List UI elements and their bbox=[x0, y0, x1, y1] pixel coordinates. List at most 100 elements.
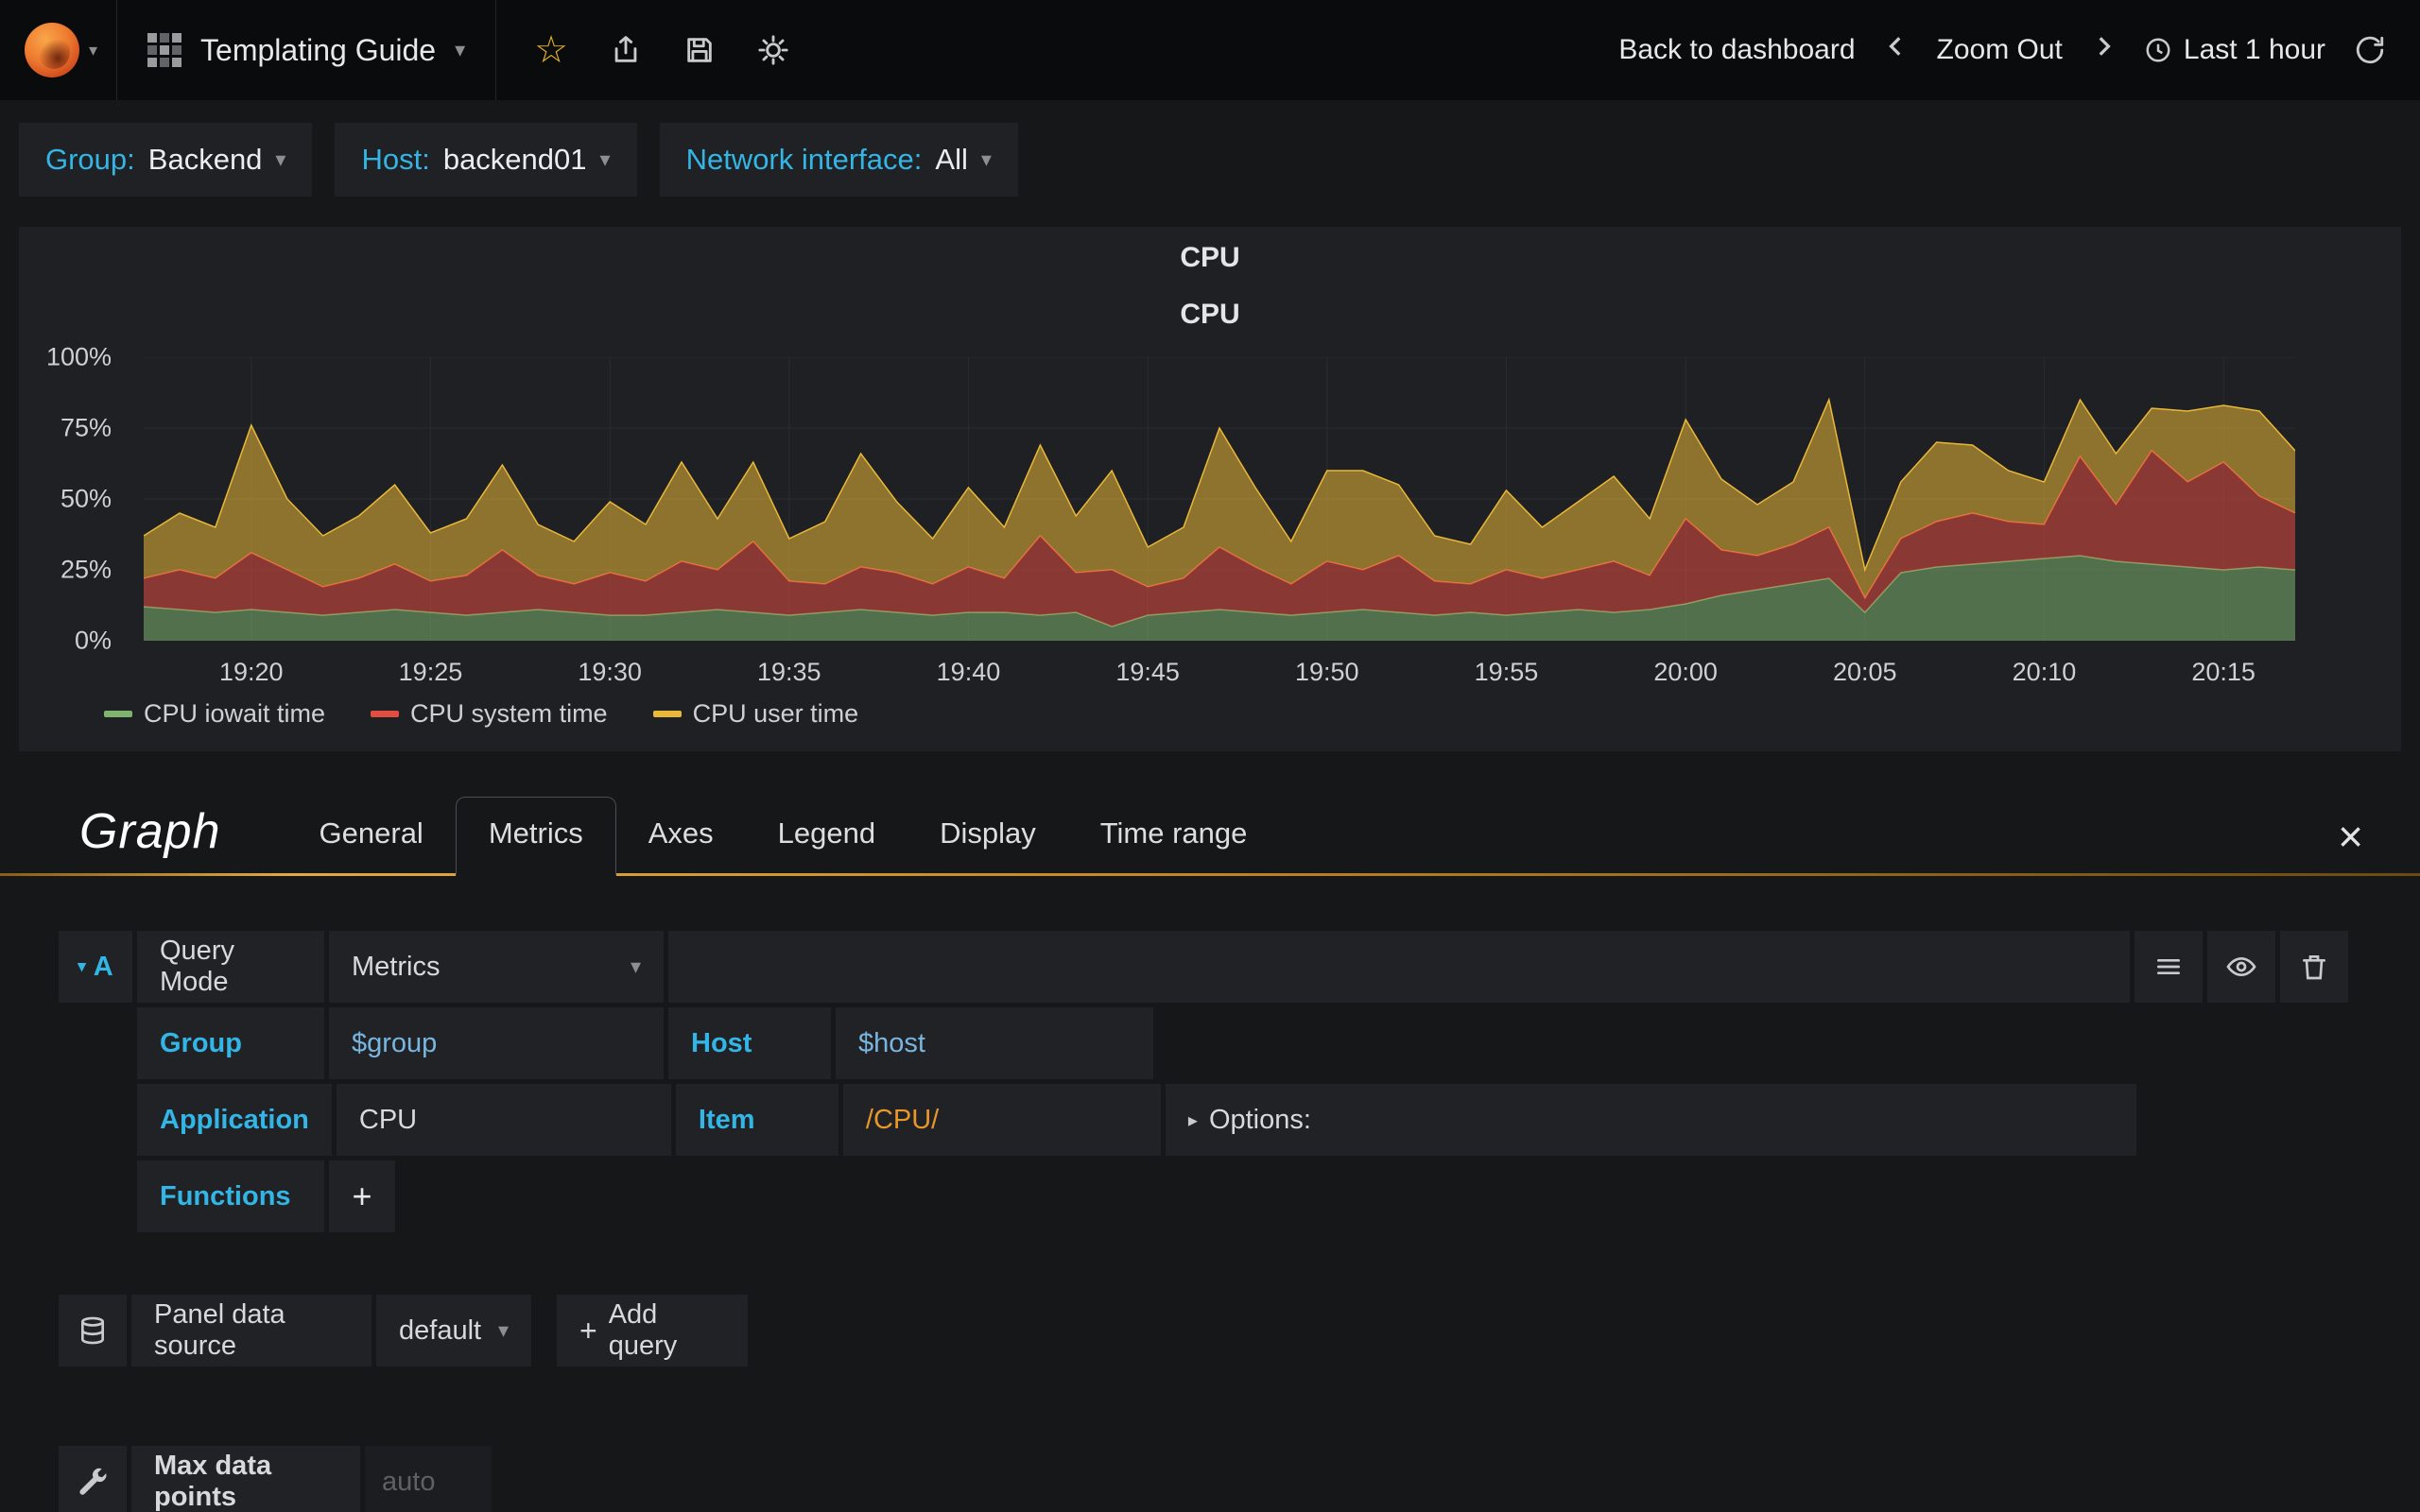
chevron-down-icon: ▾ bbox=[455, 38, 466, 61]
editor-header: Graph General Metrics Axes Legend Display Tim… bbox=[0, 751, 2420, 876]
legend-swatch-icon bbox=[371, 711, 400, 717]
panel-editor: Graph General Metrics Axes Legend Display Tim… bbox=[0, 751, 2420, 1512]
dashboard-settings-button[interactable] bbox=[757, 34, 789, 66]
plus-icon: + bbox=[352, 1177, 372, 1215]
legend-item[interactable]: CPU iowait time bbox=[104, 699, 325, 729]
query-visibility-button[interactable] bbox=[2207, 931, 2275, 1003]
tab-time-range[interactable]: Time range bbox=[1068, 798, 1280, 873]
star-icon: ☆ bbox=[534, 29, 568, 71]
tab-legend[interactable]: Legend bbox=[746, 798, 908, 873]
tab-display[interactable]: Display bbox=[908, 798, 1068, 873]
close-icon: × bbox=[2338, 812, 2363, 861]
options-label: Options: bbox=[1208, 1104, 1311, 1135]
metrics-query-editor: ▾ A Query Mode Metrics ▾ Group $group Ho… bbox=[0, 876, 2420, 1232]
legend-swatch-icon bbox=[652, 711, 682, 717]
stacked-area-chart bbox=[144, 357, 2295, 641]
graph-inner-title: CPU bbox=[1180, 299, 1240, 330]
legend-swatch-icon bbox=[104, 711, 132, 717]
zoom-out-button[interactable]: Zoom Out bbox=[1937, 34, 2063, 66]
panel-datasource-label: Panel data source bbox=[131, 1295, 372, 1366]
tab-general[interactable]: General bbox=[287, 798, 456, 873]
item-field-label: Item bbox=[675, 1084, 838, 1156]
eye-icon bbox=[2226, 956, 2256, 977]
variable-label: Host: bbox=[361, 143, 430, 176]
variable-netif-dropdown[interactable]: Network interface: All ▾ bbox=[659, 123, 1018, 197]
chevron-down-icon: ▾ bbox=[78, 957, 86, 975]
application-field-value[interactable]: CPU bbox=[336, 1084, 671, 1156]
query-mode-value: Metrics bbox=[352, 951, 441, 982]
menu-icon bbox=[2157, 959, 2180, 974]
dashboard-title: Templating Guide bbox=[200, 32, 437, 67]
host-field-value[interactable]: $host bbox=[836, 1007, 1153, 1079]
datasource-dropdown[interactable]: default ▾ bbox=[376, 1295, 531, 1366]
time-range-picker-button[interactable]: Last 1 hour bbox=[2144, 34, 2325, 66]
chevron-down-icon: ▾ bbox=[497, 1318, 509, 1342]
variable-value: Backend bbox=[147, 143, 263, 176]
trash-icon bbox=[2303, 955, 2325, 980]
item-field-value[interactable]: /CPU/ bbox=[842, 1084, 1161, 1156]
query-ref-letter: A bbox=[93, 951, 113, 982]
query-row-group-host: Group $group Host $host bbox=[59, 1007, 2348, 1079]
editor-tabs: General Metrics Axes Legend Display Time rang… bbox=[287, 797, 2324, 876]
navbar-actions: ☆ bbox=[496, 0, 827, 100]
cpu-graph-plot[interactable]: 0% 25% 50% 75% 100% bbox=[46, 343, 2295, 655]
dashboard-picker[interactable]: Templating Guide ▾ bbox=[117, 0, 497, 100]
group-field-label: Group bbox=[137, 1007, 324, 1079]
top-navbar: ▾ Templating Guide ▾ ☆ Back to dashboard… bbox=[0, 0, 2420, 100]
tab-metrics[interactable]: Metrics bbox=[455, 797, 616, 876]
add-query-button[interactable]: + Add query bbox=[557, 1295, 748, 1366]
panel-title[interactable]: CPU bbox=[19, 227, 2401, 280]
tools-icon-cell bbox=[59, 1446, 127, 1512]
application-field-label: Application bbox=[137, 1084, 332, 1156]
max-data-points-row: Max data points bbox=[59, 1446, 2348, 1512]
variable-host-dropdown[interactable]: Host: backend01 ▾ bbox=[335, 123, 637, 197]
host-field-label: Host bbox=[668, 1007, 831, 1079]
chevron-right-icon: ▸ bbox=[1187, 1109, 1198, 1131]
query-menu-button[interactable] bbox=[2135, 931, 2203, 1003]
star-dashboard-button[interactable]: ☆ bbox=[534, 31, 568, 69]
variable-group-dropdown[interactable]: Group: Backend ▾ bbox=[19, 123, 313, 197]
group-field-value[interactable]: $group bbox=[329, 1007, 664, 1079]
time-range-label: Last 1 hour bbox=[2183, 34, 2325, 65]
tab-axes[interactable]: Axes bbox=[616, 798, 746, 873]
datasource-icon-cell bbox=[59, 1295, 127, 1366]
variable-label: Group: bbox=[45, 143, 135, 176]
add-query-label: Add query bbox=[608, 1299, 678, 1361]
query-row-filler bbox=[668, 931, 2130, 1003]
close-editor-button[interactable]: × bbox=[2323, 815, 2378, 873]
grafana-logo-icon bbox=[25, 23, 79, 77]
legend-series-name: CPU system time bbox=[410, 699, 608, 728]
legend-series-name: CPU iowait time bbox=[144, 699, 326, 728]
query-delete-button[interactable] bbox=[2280, 931, 2348, 1003]
share-icon bbox=[614, 36, 637, 62]
grafana-main-menu[interactable]: ▾ bbox=[0, 0, 118, 100]
chevron-left-icon bbox=[1888, 37, 1900, 56]
chart-legend: CPU iowait time CPU system time CPU user t… bbox=[104, 699, 2401, 746]
wrench-icon bbox=[79, 1468, 107, 1495]
max-data-points-input[interactable] bbox=[382, 1466, 475, 1498]
x-axis-labels: 19:20 19:25 19:30 19:35 19:40 19:45 19:50 19:55… bbox=[219, 658, 2256, 686]
query-mode-dropdown[interactable]: Metrics ▾ bbox=[329, 931, 664, 1003]
cpu-panel: CPU CPU 0% 25% 50% 75% 100% 19:20 19:25 19:30 1… bbox=[19, 227, 2401, 751]
time-shift-forward-button[interactable] bbox=[2091, 34, 2116, 66]
datasource-row: Panel data source default ▾ + Add query bbox=[59, 1295, 2348, 1366]
refresh-button[interactable] bbox=[2354, 34, 2386, 66]
share-dashboard-button[interactable] bbox=[610, 34, 642, 66]
options-toggle[interactable]: ▸ Options: bbox=[1165, 1084, 2136, 1156]
chevron-down-icon: ▾ bbox=[89, 41, 98, 60]
legend-item[interactable]: CPU system time bbox=[371, 699, 608, 729]
time-shift-back-button[interactable] bbox=[1884, 34, 1909, 66]
save-icon bbox=[687, 38, 712, 62]
variable-value: All bbox=[935, 143, 968, 176]
database-icon bbox=[81, 1316, 104, 1345]
chevron-right-icon bbox=[2099, 37, 2111, 56]
query-collapse-toggle[interactable]: ▾ A bbox=[59, 931, 132, 1003]
back-to-dashboard-button[interactable]: Back to dashboard bbox=[1618, 34, 1855, 66]
save-dashboard-button[interactable] bbox=[683, 34, 716, 66]
add-function-button[interactable]: + bbox=[329, 1160, 395, 1232]
plus-icon: + bbox=[579, 1313, 597, 1348]
chevron-down-icon: ▾ bbox=[980, 147, 992, 171]
variable-label: Network interface: bbox=[685, 143, 923, 176]
template-variables-row: Group: Backend ▾ Host: backend01 ▾ Netwo… bbox=[0, 100, 2420, 219]
legend-item[interactable]: CPU user time bbox=[652, 699, 858, 729]
